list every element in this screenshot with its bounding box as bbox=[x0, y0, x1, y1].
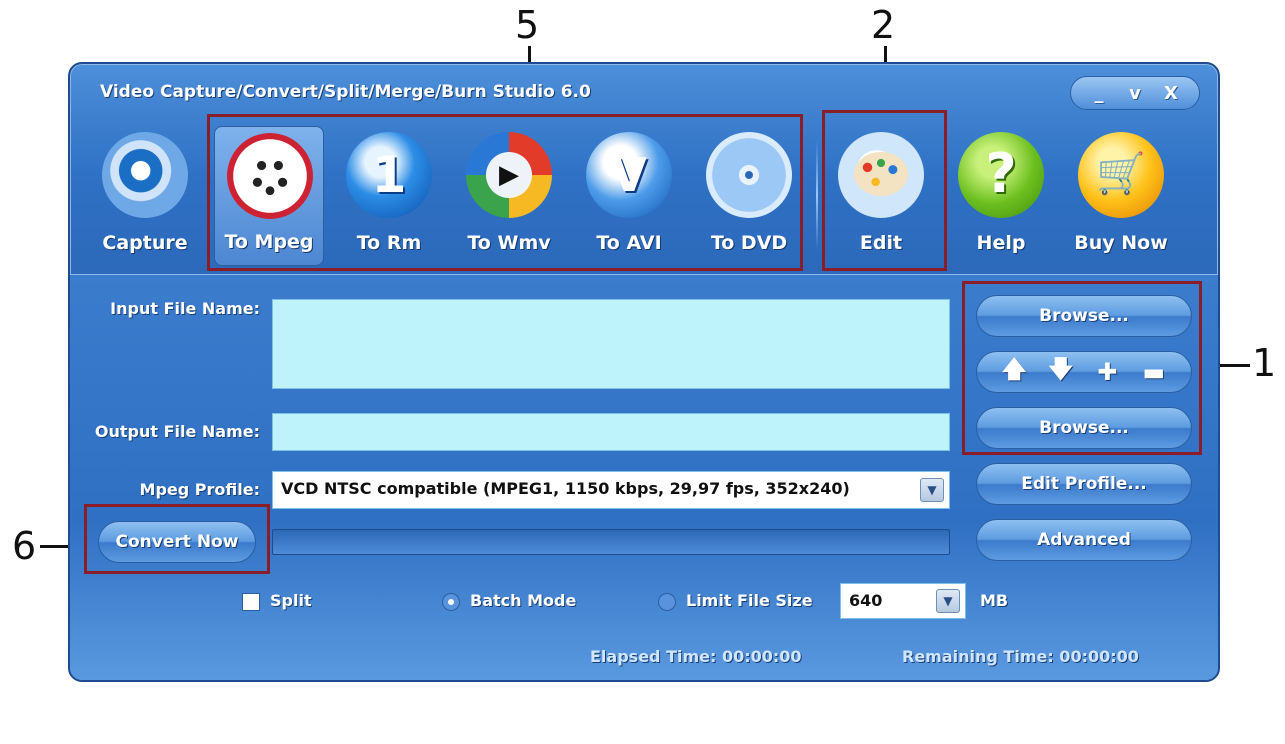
convert-now-button[interactable]: Convert Now bbox=[98, 521, 256, 563]
annotation-5: 5 bbox=[515, 3, 540, 47]
tool-to-avi[interactable]: To AVI bbox=[574, 126, 684, 266]
window-title: Video Capture/Convert/Split/Merge/Burn S… bbox=[100, 82, 591, 102]
camcorder-icon bbox=[102, 132, 188, 218]
batch-mode-radio[interactable] bbox=[442, 593, 460, 611]
mpeg-profile-select[interactable]: VCD NTSC compatible (MPEG1, 1150 kbps, 2… bbox=[272, 471, 950, 509]
browse-output-button[interactable]: Browse... bbox=[976, 407, 1192, 449]
real-media-icon bbox=[346, 132, 432, 218]
elapsed-time: Elapsed Time: 00:00:00 bbox=[590, 647, 802, 666]
tool-to-mpeg[interactable]: To Mpeg bbox=[214, 126, 324, 266]
browse-input-button[interactable]: Browse... bbox=[976, 295, 1192, 337]
output-file-label: Output File Name: bbox=[94, 422, 260, 441]
tool-to-wmv[interactable]: To Wmv bbox=[454, 126, 564, 266]
avi-icon bbox=[586, 132, 672, 218]
tool-edit[interactable]: Edit bbox=[826, 126, 936, 266]
limit-file-size-label: Limit File Size bbox=[686, 591, 813, 610]
edit-profile-button[interactable]: Edit Profile... bbox=[976, 463, 1192, 505]
remaining-time: Remaining Time: 00:00:00 bbox=[902, 647, 1139, 666]
conversion-panel: Input File Name: Output File Name: Mpeg … bbox=[70, 274, 1218, 680]
list-controls: 🡅 🡇 ✚ ▬ bbox=[976, 351, 1192, 393]
split-label: Split bbox=[270, 591, 312, 610]
output-file-field[interactable] bbox=[272, 413, 950, 451]
tool-help[interactable]: Help bbox=[946, 126, 1056, 266]
tool-label: To DVD bbox=[710, 232, 788, 254]
tool-label: Capture bbox=[102, 232, 188, 254]
tool-label: To Wmv bbox=[467, 232, 551, 254]
move-up-icon[interactable]: 🡅 bbox=[999, 352, 1029, 393]
advanced-button[interactable]: Advanced bbox=[976, 519, 1192, 561]
toolbar: Capture To Mpeg To Rm To Wmv To AVI To D… bbox=[70, 120, 1218, 274]
annotation-2: 2 bbox=[871, 3, 896, 47]
conversion-progress-bar bbox=[272, 529, 950, 555]
tool-buy-now[interactable]: Buy Now bbox=[1066, 126, 1176, 266]
title-bar: Video Capture/Convert/Split/Merge/Burn S… bbox=[70, 64, 1218, 120]
close-button[interactable]: X bbox=[1156, 83, 1186, 104]
split-checkbox[interactable] bbox=[242, 593, 260, 611]
batch-mode-label: Batch Mode bbox=[470, 591, 577, 610]
window-controls: _ v X bbox=[1070, 76, 1200, 110]
input-file-label: Input File Name: bbox=[110, 299, 260, 318]
size-unit-label: MB bbox=[980, 591, 1009, 610]
move-down-icon[interactable]: 🡇 bbox=[1046, 352, 1076, 393]
add-icon[interactable]: ✚ bbox=[1092, 358, 1122, 386]
tool-label: Help bbox=[976, 232, 1026, 254]
paint-palette-icon bbox=[838, 132, 924, 218]
tool-label: Edit bbox=[859, 232, 903, 254]
dropdown-button[interactable]: v bbox=[1120, 83, 1150, 104]
dvd-disc-icon bbox=[706, 132, 792, 218]
tool-to-rm[interactable]: To Rm bbox=[334, 126, 444, 266]
tool-to-dvd[interactable]: To DVD bbox=[694, 126, 804, 266]
film-reel-icon bbox=[227, 133, 313, 219]
stage: 5 2 1 6 Video Capture/Convert/Split/Merg… bbox=[0, 0, 1285, 744]
tool-capture[interactable]: Capture bbox=[90, 126, 200, 266]
windows-media-icon bbox=[466, 132, 552, 218]
annotation-6: 6 bbox=[12, 524, 37, 568]
tool-label: To Mpeg bbox=[224, 231, 314, 253]
mpeg-profile-label: Mpeg Profile: bbox=[139, 480, 260, 499]
toolbar-separator bbox=[816, 140, 818, 250]
annotation-1: 1 bbox=[1252, 341, 1277, 385]
input-file-list[interactable] bbox=[272, 299, 950, 389]
tool-label: To AVI bbox=[596, 232, 662, 254]
app-window: Video Capture/Convert/Split/Merge/Burn S… bbox=[68, 62, 1220, 682]
minimize-button[interactable]: _ bbox=[1084, 83, 1114, 104]
remove-icon[interactable]: ▬ bbox=[1139, 358, 1169, 386]
shopping-cart-icon bbox=[1078, 132, 1164, 218]
help-icon bbox=[958, 132, 1044, 218]
tool-label: Buy Now bbox=[1074, 232, 1168, 254]
chevron-down-icon[interactable]: ▼ bbox=[920, 478, 944, 502]
chevron-down-icon[interactable]: ▼ bbox=[936, 589, 960, 613]
limit-file-size-radio[interactable] bbox=[658, 593, 676, 611]
tool-label: To Rm bbox=[356, 232, 422, 254]
